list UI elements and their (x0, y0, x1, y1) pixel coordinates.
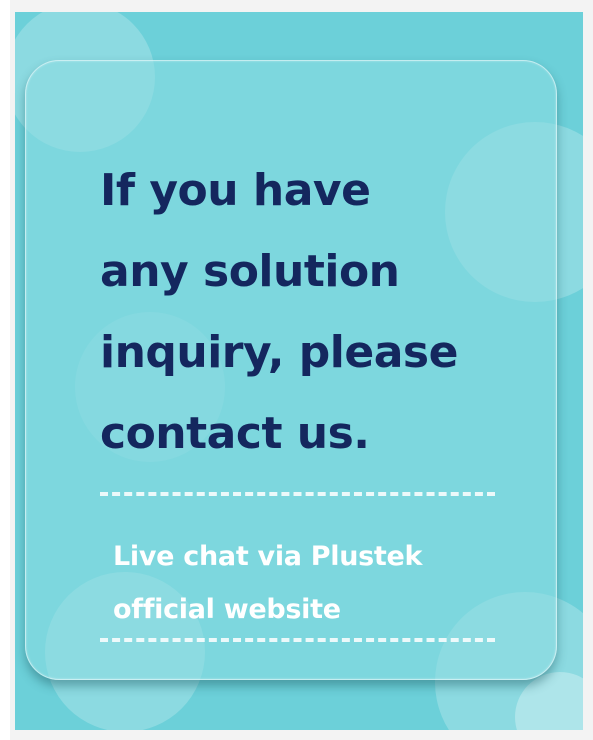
divider-top (100, 492, 495, 496)
headline-text: If you have any solution inquiry, please… (100, 165, 458, 459)
divider-bottom (100, 638, 495, 642)
live-chat-text: Live chat via Plustek official website (113, 541, 423, 625)
